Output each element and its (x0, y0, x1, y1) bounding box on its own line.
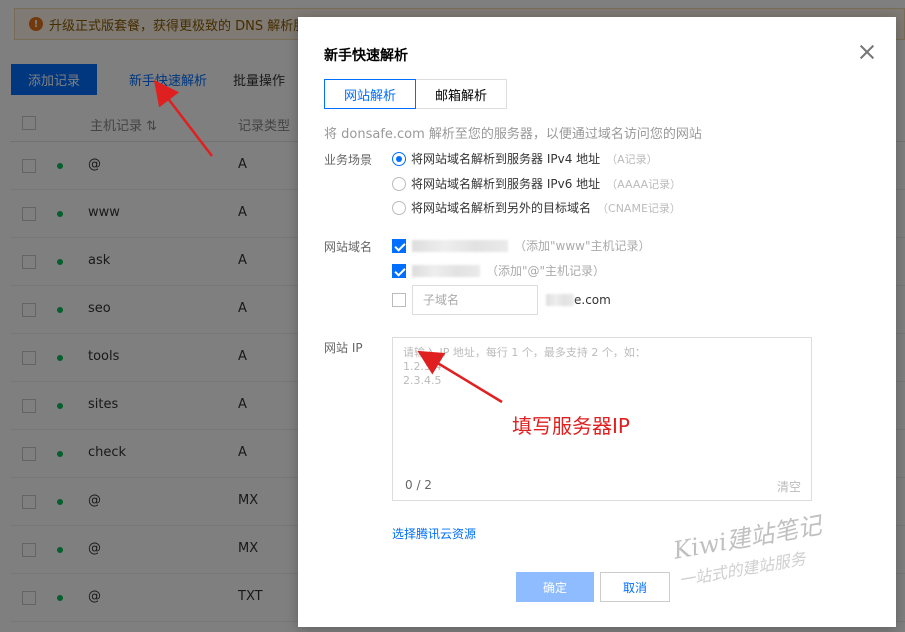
domain-www-option[interactable]: （添加"www"主机记录） (392, 237, 650, 254)
redacted-domain (546, 294, 574, 306)
radio-icon[interactable] (392, 200, 406, 215)
ip-count: 0 / 2 (405, 478, 432, 492)
clear-button[interactable]: 清空 (777, 478, 801, 495)
radio-icon[interactable] (392, 151, 406, 166)
tab-email[interactable]: 邮箱解析 (416, 79, 508, 109)
redacted-domain (412, 239, 508, 252)
checkbox-icon[interactable] (392, 263, 406, 278)
domain-label: 网站域名 (324, 240, 373, 254)
cancel-button[interactable]: 取消 (600, 572, 670, 602)
dialog-title: 新手快速解析 (324, 48, 408, 64)
ip-label: 网站 IP (324, 341, 363, 355)
scene-label: 业务场景 (324, 153, 373, 167)
scene-option-cname[interactable]: 将网站域名解析到另外的目标域名 （CNAME记录） (392, 199, 681, 216)
dialog-tabs: 网站解析 邮箱解析 (324, 79, 508, 109)
close-icon[interactable] (858, 43, 876, 61)
confirm-button[interactable]: 确定 (516, 572, 594, 602)
select-resource-link[interactable]: 选择腾讯云资源 (392, 525, 476, 542)
radio-icon[interactable] (392, 176, 406, 191)
annotation-text: 填写服务器IP (512, 414, 630, 438)
tab-website[interactable]: 网站解析 (324, 79, 417, 109)
ip-textarea[interactable] (393, 338, 811, 468)
scene-option-ipv6[interactable]: 将网站域名解析到服务器 IPv6 地址 （AAAA记录） (392, 175, 681, 192)
subdomain-input[interactable] (412, 285, 538, 315)
dialog-description: 将 donsafe.com 解析至您的服务器，以便通过域名访问您的网站 (324, 127, 702, 142)
checkbox-icon[interactable] (392, 238, 406, 253)
quick-resolve-dialog: 新手快速解析 网站解析 邮箱解析 将 donsafe.com 解析至您的服务器，… (298, 17, 896, 627)
checkbox-icon[interactable] (392, 293, 406, 307)
domain-suffix: e.com (574, 293, 611, 307)
domain-sub-option[interactable]: e.com (392, 285, 611, 315)
redacted-domain (412, 264, 480, 277)
domain-at-option[interactable]: （添加"@"主机记录） (392, 262, 605, 279)
scene-option-ipv4[interactable]: 将网站域名解析到服务器 IPv4 地址 （A记录） (392, 150, 658, 167)
